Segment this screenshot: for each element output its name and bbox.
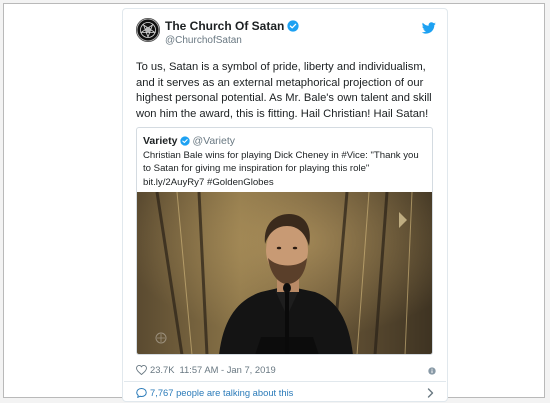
author-handle[interactable]: @ChurchofSatan <box>165 35 242 46</box>
quoted-tweet-photo[interactable] <box>137 191 432 354</box>
verified-badge-icon <box>287 20 299 35</box>
heart-icon[interactable] <box>136 364 147 377</box>
like-count[interactable]: 23.7K <box>150 364 175 375</box>
quoted-tweet-header: Variety @Variety <box>143 135 235 149</box>
info-icon[interactable] <box>428 366 436 377</box>
church-logo-avatar[interactable] <box>136 18 160 42</box>
tweet-text: To us, Satan is a symbol of pride, liber… <box>136 61 432 120</box>
quoted-tweet[interactable]: Variety @Variety Christian Bale wins for… <box>136 127 433 355</box>
quoted-author-name: Variety <box>143 135 178 147</box>
tweet-card: The Church Of Satan @ChurchofSatan To us… <box>122 8 448 402</box>
author-name[interactable]: The Church Of Satan <box>165 19 284 33</box>
talking-count-text[interactable]: 7,767 people are talking about this <box>150 387 293 398</box>
quoted-author-handle: @Variety <box>192 135 236 147</box>
quoted-tweet-text: Christian Bale wins for playing Dick Che… <box>143 150 419 188</box>
speech-bubble-icon <box>136 387 147 400</box>
verified-badge-icon <box>180 136 191 149</box>
divider <box>124 381 446 382</box>
talking-about-link[interactable]: 7,767 people are talking about this <box>136 387 436 401</box>
screenshot-frame: The Church Of Satan @ChurchofSatan To us… <box>3 3 545 402</box>
twitter-bird-icon[interactable] <box>421 21 436 39</box>
tweet-timestamp[interactable]: 11:57 AM - Jan 7, 2019 <box>180 364 276 375</box>
chevron-right-icon[interactable] <box>427 388 434 400</box>
tweet-meta: 23.7K 11:57 AM - Jan 7, 2019 <box>136 364 436 378</box>
author-name-row[interactable]: The Church Of Satan <box>165 19 299 35</box>
